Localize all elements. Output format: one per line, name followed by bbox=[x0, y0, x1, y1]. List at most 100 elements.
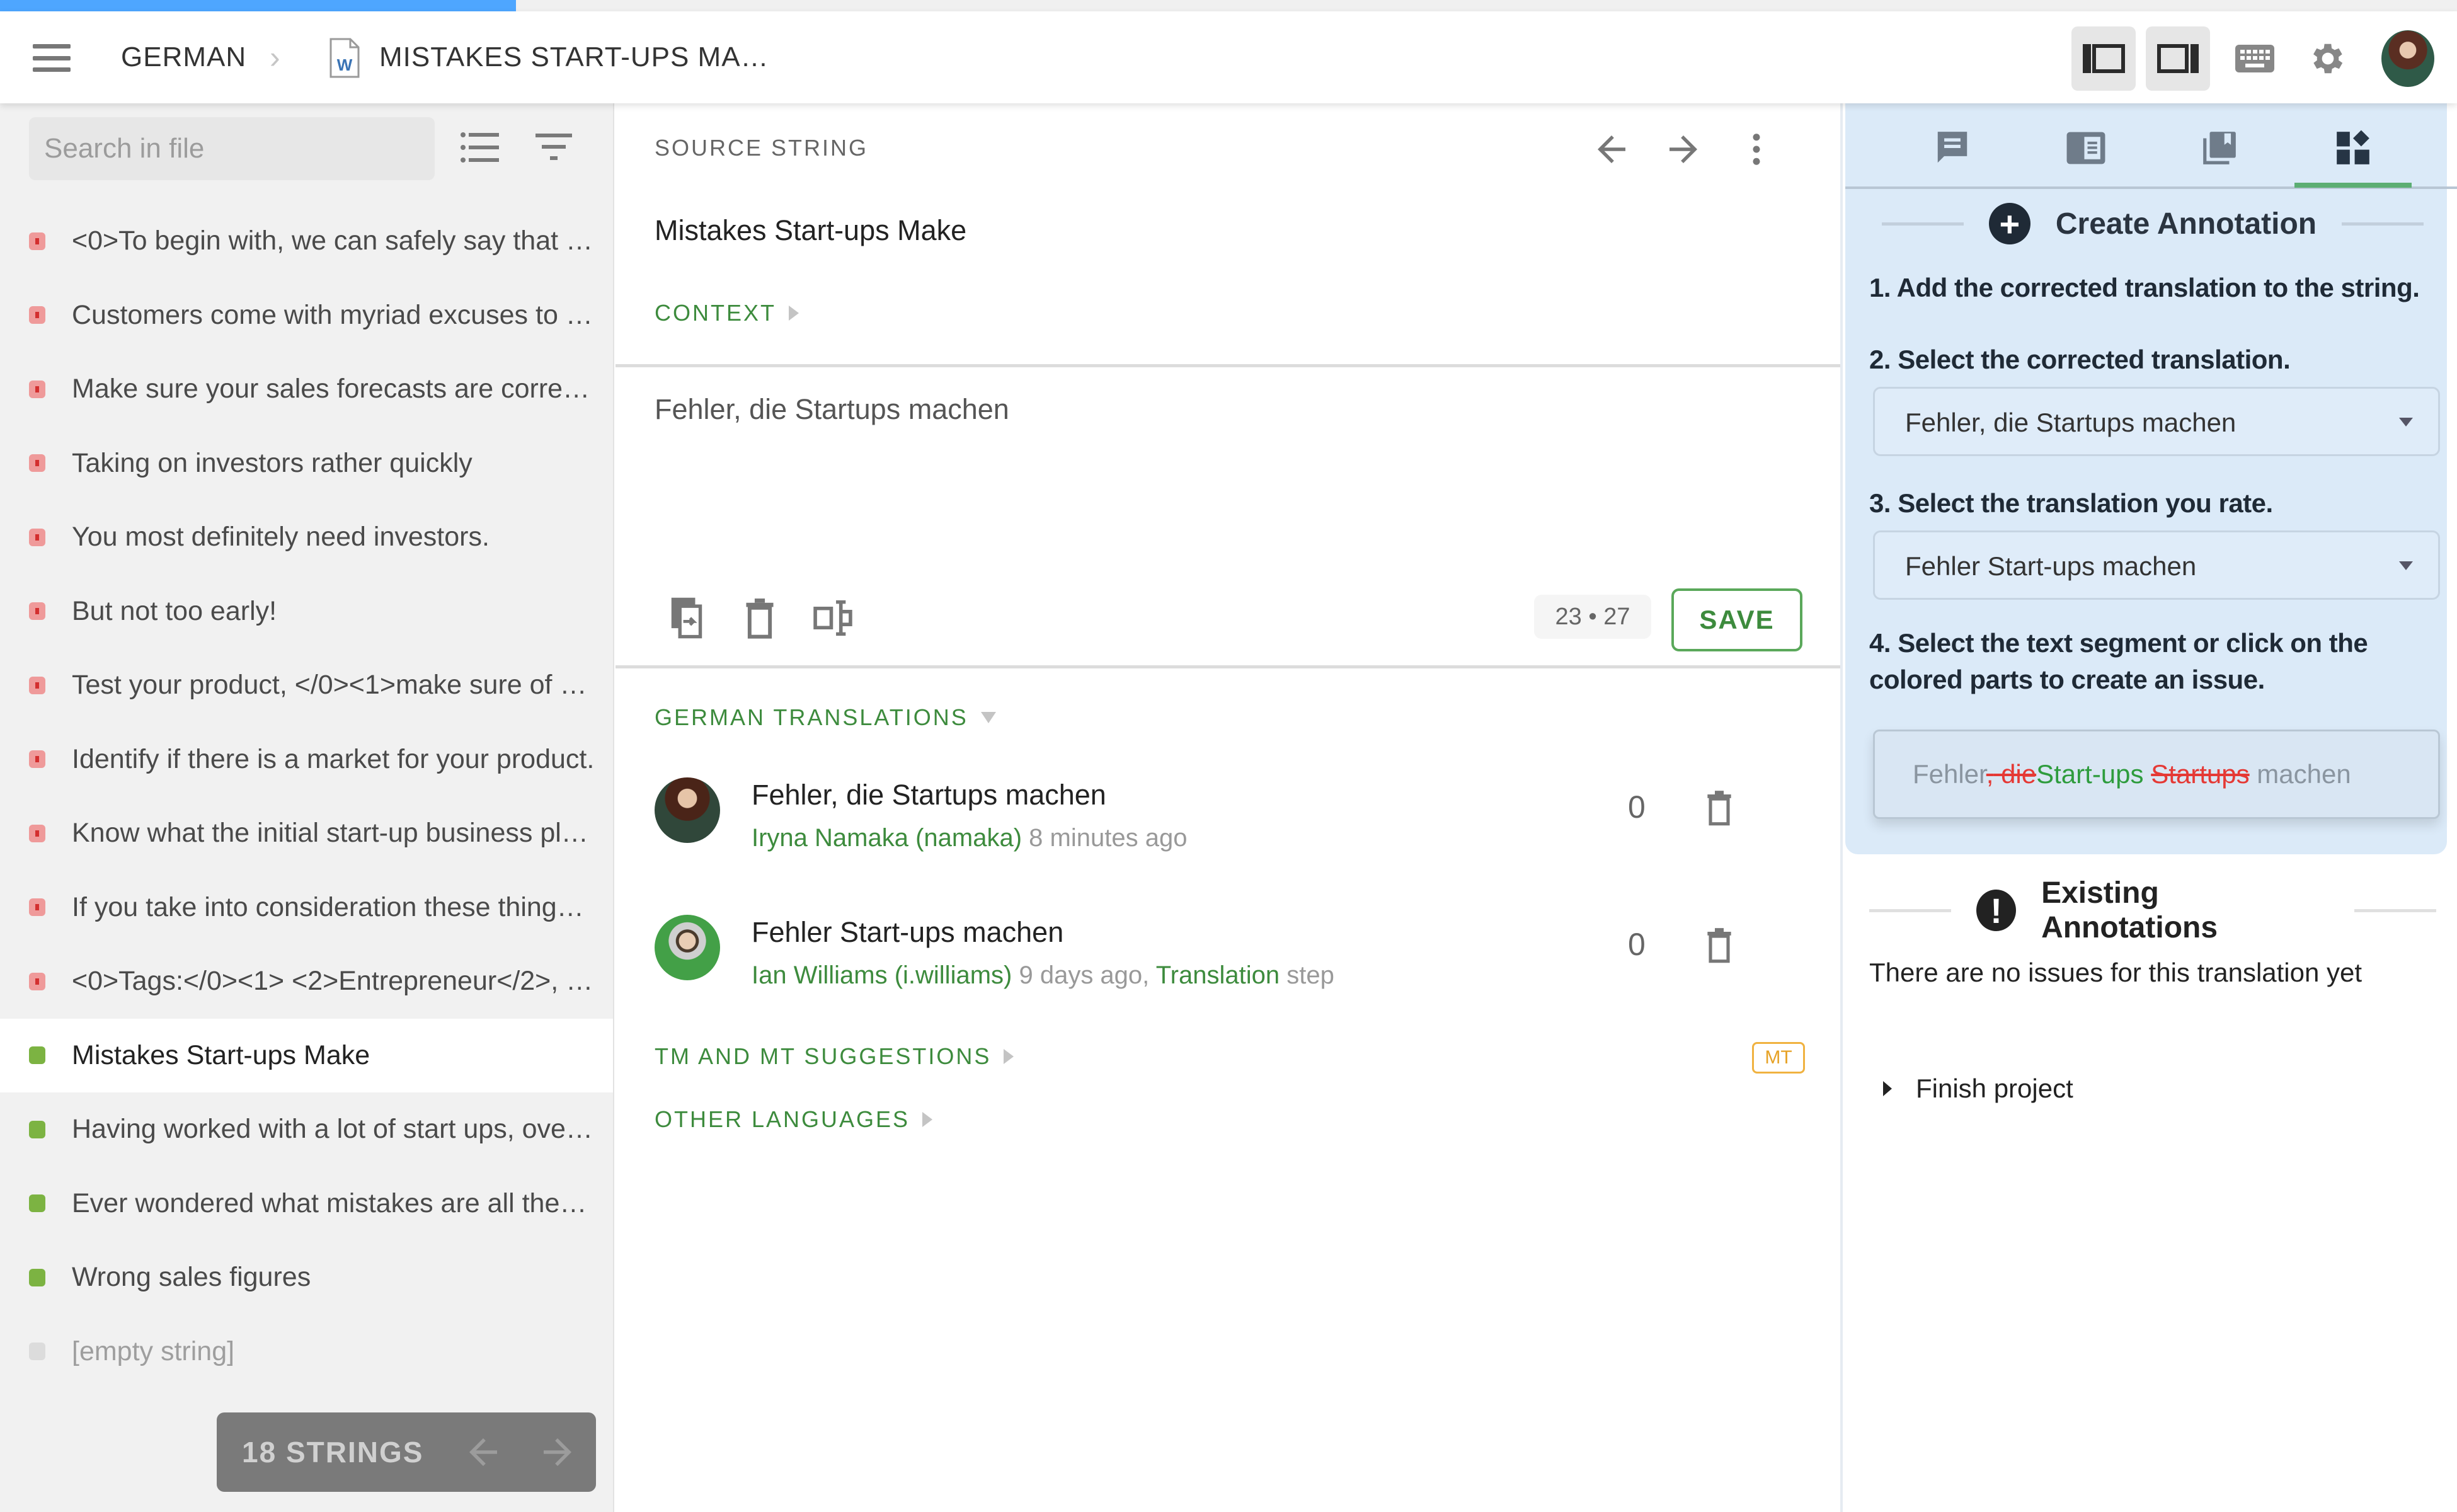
previous-page-arrow-icon[interactable] bbox=[462, 1431, 504, 1473]
german-translations-toggle[interactable]: GERMAN TRANSLATIONS bbox=[655, 704, 996, 731]
string-list-item[interactable]: <0>To begin with, we can safely say that… bbox=[0, 204, 613, 278]
mt-badge: MT bbox=[1752, 1042, 1805, 1074]
string-list-item[interactable]: Ever wondered what mistakes are all thes… bbox=[0, 1167, 613, 1241]
string-text: Mistakes Start-ups Make bbox=[72, 1040, 370, 1070]
delete-translation-trash-icon[interactable] bbox=[1702, 925, 1737, 965]
string-list-item[interactable]: <0>Tags:</0><1> <2>Entrepreneur</2>, <3… bbox=[0, 944, 613, 1019]
string-text: [empty string] bbox=[72, 1336, 235, 1366]
string-status-indicator bbox=[29, 528, 45, 546]
save-button[interactable]: SAVE bbox=[1671, 588, 1802, 651]
diff-segment-same: machen bbox=[2249, 759, 2351, 789]
string-text: Identify if there is a market for your p… bbox=[72, 743, 595, 774]
finish-project-toggle[interactable]: Finish project bbox=[1883, 1074, 2073, 1104]
string-list-item[interactable]: Test your product, </0><1>make sure of a… bbox=[0, 648, 613, 723]
word-document-icon: W bbox=[329, 38, 360, 78]
string-list-item[interactable]: Taking on investors rather quickly bbox=[0, 427, 613, 501]
string-status-indicator bbox=[29, 1268, 45, 1286]
string-status-indicator bbox=[29, 972, 45, 990]
string-text: Wrong sales figures bbox=[72, 1262, 311, 1293]
next-page-arrow-icon[interactable] bbox=[537, 1431, 578, 1473]
translation-diff[interactable]: Fehler, dieStart-ups Startups machen bbox=[1873, 730, 2440, 819]
string-list-item[interactable]: Mistakes Start-ups Make bbox=[0, 1018, 613, 1092]
top-bar: GERMAN › W MISTAKES START-UPS MA… bbox=[0, 11, 2457, 103]
menu-icon[interactable] bbox=[33, 44, 71, 72]
string-text: <0>To begin with, we can safely say that… bbox=[72, 226, 595, 256]
string-list-item[interactable]: Know what the initial start-up business … bbox=[0, 796, 613, 871]
string-text: But not too early! bbox=[72, 595, 277, 626]
string-list-item[interactable]: [empty string] bbox=[0, 1315, 613, 1389]
tab-source-context[interactable] bbox=[2058, 120, 2114, 176]
translation-row[interactable]: Fehler Start-ups machen Ian Williams (i.… bbox=[655, 915, 1814, 1028]
rated-translation-dropdown[interactable]: Fehler Start-ups machen bbox=[1873, 530, 2440, 600]
string-text: Test your product, </0><1>make sure of a… bbox=[72, 670, 595, 701]
diff-segment-del[interactable]: die bbox=[1993, 759, 2036, 789]
string-list-item[interactable]: Having worked with a lot of start ups, o… bbox=[0, 1092, 613, 1167]
string-text: Customers come with myriad excuses to n… bbox=[72, 299, 595, 330]
string-list-item[interactable]: Identify if there is a market for your p… bbox=[0, 723, 613, 797]
right-panel-toggle-button[interactable] bbox=[2146, 26, 2210, 91]
instruction-step-2: 2. Select the corrected translation. bbox=[1869, 345, 2291, 374]
expand-arrow-icon bbox=[1004, 1049, 1014, 1064]
tab-annotation[interactable] bbox=[2325, 120, 2381, 176]
translation-row[interactable]: Fehler, die Startups machen Iryna Namaka… bbox=[655, 777, 1814, 891]
diff-segment-del[interactable]: , bbox=[1986, 759, 1994, 789]
caret-down-icon bbox=[2399, 561, 2413, 570]
keyboard-shortcuts-button[interactable] bbox=[2223, 26, 2287, 91]
workflow-step-link[interactable]: Translation bbox=[1156, 961, 1280, 989]
source-string-label: SOURCE STRING bbox=[655, 135, 869, 161]
string-list-item[interactable]: Make sure your sales forecasts are corre… bbox=[0, 352, 613, 427]
string-status-indicator bbox=[29, 750, 45, 769]
tab-glossary[interactable] bbox=[2192, 120, 2247, 176]
string-list-item[interactable]: Wrong sales figures bbox=[0, 1240, 613, 1315]
string-status-indicator bbox=[29, 1343, 45, 1361]
translator-name[interactable]: Iryna Namaka (namaka) bbox=[752, 824, 1022, 852]
expand-arrow-icon bbox=[789, 306, 799, 321]
delete-translation-trash-icon[interactable] bbox=[1702, 788, 1737, 828]
string-status-indicator bbox=[29, 676, 45, 694]
settings-button[interactable] bbox=[2296, 26, 2360, 91]
string-status-indicator bbox=[29, 1120, 45, 1138]
next-string-arrow-icon[interactable] bbox=[1663, 129, 1704, 170]
search-in-file-input[interactable] bbox=[29, 117, 435, 180]
left-panel-toggle-button[interactable] bbox=[2071, 26, 2136, 91]
string-list-item[interactable]: Customers come with myriad excuses to n… bbox=[0, 278, 613, 353]
strings-count: 18 STRINGS bbox=[242, 1436, 424, 1469]
translation-time: 9 days ago, bbox=[1019, 961, 1150, 989]
string-list-item[interactable]: But not too early! bbox=[0, 575, 613, 649]
user-avatar[interactable] bbox=[2381, 30, 2434, 87]
clear-translation-trash-icon[interactable] bbox=[739, 596, 781, 640]
string-status-indicator bbox=[29, 602, 45, 621]
keyboard-icon bbox=[2235, 45, 2274, 72]
tm-mt-suggestions-toggle[interactable]: TM AND MT SUGGESTIONS bbox=[655, 1043, 1014, 1070]
comments-icon bbox=[1937, 132, 1967, 163]
filter-icon[interactable] bbox=[533, 130, 575, 165]
copy-source-icon[interactable] bbox=[666, 596, 707, 640]
translator-avatar bbox=[655, 915, 720, 980]
annotation-widget-icon bbox=[2337, 130, 2369, 164]
finish-project-label: Finish project bbox=[1916, 1074, 2073, 1103]
svg-text:W: W bbox=[337, 55, 353, 74]
instruction-step-1: 1. Add the corrected translation to the … bbox=[1869, 273, 2420, 302]
more-options-icon[interactable] bbox=[1736, 129, 1777, 170]
list-view-icon[interactable] bbox=[460, 130, 501, 165]
translator-name[interactable]: Ian Williams (i.williams) bbox=[752, 961, 1012, 989]
tab-comments[interactable] bbox=[1925, 120, 1980, 176]
diff-segment-del[interactable]: Startups bbox=[2151, 759, 2249, 789]
string-text: <0>Tags:</0><1> <2>Entrepreneur</2>, <3… bbox=[72, 966, 595, 997]
corrected-translation-dropdown[interactable]: Fehler, die Startups machen bbox=[1873, 387, 2440, 456]
create-annotation-header: + Create Annotation bbox=[1869, 202, 2436, 246]
context-toggle[interactable]: CONTEXT bbox=[655, 300, 799, 326]
divider bbox=[616, 364, 1840, 367]
instruction-step-3: 3. Select the translation you rate. bbox=[1869, 488, 2273, 518]
string-list-item[interactable]: If you take into consideration these thi… bbox=[0, 871, 613, 945]
string-status-indicator bbox=[29, 306, 45, 324]
split-text-icon[interactable] bbox=[812, 596, 854, 640]
diff-segment-ins[interactable]: Start-ups bbox=[2036, 759, 2143, 789]
string-text: Know what the initial start-up business … bbox=[72, 818, 595, 849]
previous-string-arrow-icon[interactable] bbox=[1591, 129, 1632, 170]
string-list-item[interactable]: You most definitely need investors. bbox=[0, 500, 613, 575]
translation-input[interactable] bbox=[655, 393, 1801, 426]
string-text: You most definitely need investors. bbox=[72, 522, 490, 553]
other-languages-toggle[interactable]: OTHER LANGUAGES bbox=[655, 1106, 933, 1133]
breadcrumb-language[interactable]: GERMAN bbox=[121, 42, 246, 73]
